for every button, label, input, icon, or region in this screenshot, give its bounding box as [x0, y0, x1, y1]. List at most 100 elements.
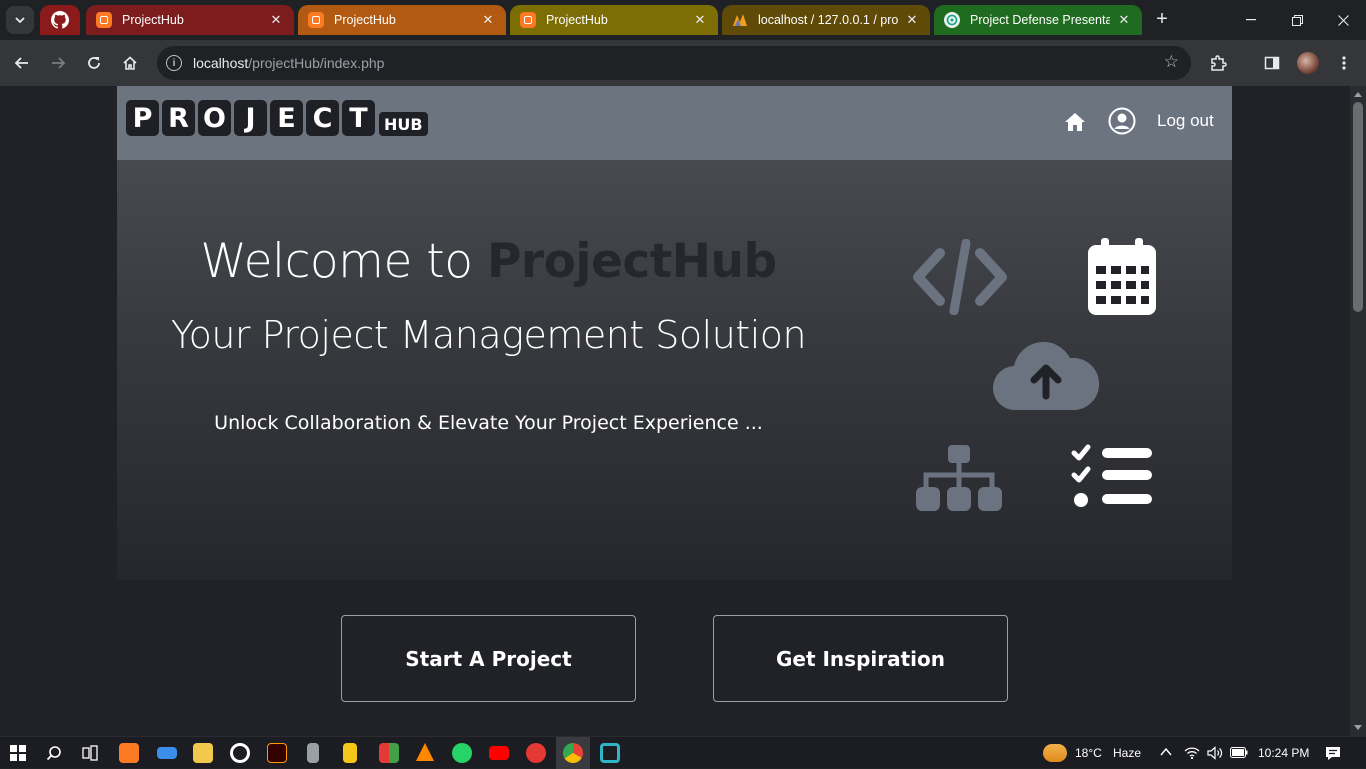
user-circle-icon [1108, 107, 1136, 135]
chevron-down-icon [15, 17, 25, 23]
scroll-thumb[interactable] [1353, 102, 1363, 312]
wifi-icon[interactable] [1184, 746, 1200, 760]
weather-description[interactable]: Haze [1113, 746, 1141, 760]
chatgpt-icon [944, 12, 960, 28]
xampp-icon [308, 12, 324, 28]
hero-subtitle: Your Project Management Solution [170, 313, 807, 357]
close-icon[interactable]: ✕ [480, 12, 496, 28]
close-icon[interactable]: ✕ [904, 12, 920, 28]
tab-search-button[interactable] [6, 6, 34, 34]
url-host: localhost [193, 55, 249, 71]
search-icon[interactable] [46, 745, 62, 761]
puzzle-icon [1211, 55, 1227, 71]
browser-menu-button[interactable] [1330, 49, 1358, 77]
xampp-icon [520, 12, 536, 28]
whatsapp-icon[interactable] [452, 743, 472, 763]
projecthub-logo[interactable]: P R O J E C T HUB [126, 100, 428, 136]
home-button[interactable] [116, 49, 144, 77]
tab-projecthub-1[interactable]: ProjectHub ✕ [86, 5, 294, 35]
scroll-up-arrow[interactable] [1354, 92, 1362, 97]
logo-hub: HUB [379, 112, 428, 136]
new-tab-button[interactable]: + [1150, 8, 1174, 32]
bookmark-star-icon[interactable]: ☆ [1164, 52, 1179, 72]
vscode-icon[interactable] [600, 743, 620, 763]
youtube-icon[interactable] [489, 746, 509, 760]
start-project-button[interactable]: Start A Project [341, 615, 636, 702]
get-inspiration-button[interactable]: Get Inspiration [713, 615, 1008, 702]
calendar-icon [1088, 238, 1156, 315]
hero-title: Welcome to ProjectHub [117, 234, 860, 289]
tab-title: ProjectHub [546, 13, 608, 27]
site-info-icon[interactable]: i [166, 55, 182, 71]
tab-title: ProjectHub [334, 13, 396, 27]
speaker-icon[interactable] [1207, 746, 1223, 760]
back-button[interactable] [8, 49, 36, 77]
illustrator-icon[interactable] [267, 743, 287, 763]
clock-time[interactable]: 10:24 PM [1258, 746, 1309, 760]
close-icon[interactable]: ✕ [1116, 12, 1132, 28]
logo-letter: P [126, 100, 159, 136]
tab-projecthub-3[interactable]: ProjectHub ✕ [510, 5, 718, 35]
page-viewport: P R O J E C T HUB Log out Welcome to Pro… [0, 86, 1350, 736]
weather-haze-icon[interactable] [1043, 744, 1067, 762]
cloud-upload-icon [992, 341, 1100, 411]
logout-link[interactable]: Log out [1157, 111, 1214, 131]
restore-button[interactable] [1274, 0, 1320, 40]
code-icon [913, 239, 1007, 315]
vlc-icon[interactable] [416, 743, 434, 761]
tab-chatgpt[interactable]: Project Defense Presentatio ✕ [934, 5, 1142, 35]
extensions-button[interactable] [1204, 49, 1232, 77]
pinned-tab-github[interactable] [40, 5, 80, 35]
home-icon [1065, 113, 1085, 131]
chrome-taskbar-icon[interactable] [563, 743, 583, 763]
windows-taskbar: 18°C Haze 10:24 PM [0, 736, 1366, 769]
tab-phpmyadmin[interactable]: localhost / 127.0.0.1 / proj ✕ [722, 5, 930, 35]
arrow-right-icon [52, 57, 66, 69]
logo-letter: C [306, 100, 339, 136]
usb-drive-icon[interactable] [307, 743, 319, 763]
notification-icon[interactable] [1325, 746, 1341, 761]
address-bar[interactable]: i localhost/projectHub/index.php ☆ [157, 46, 1191, 80]
close-window-button[interactable] [1320, 0, 1366, 40]
browser-toolbar: i localhost/projectHub/index.php ☆ [0, 40, 1366, 86]
nav-profile-link[interactable] [1108, 107, 1136, 135]
sitemap-icon [916, 445, 1002, 511]
chevron-up-icon[interactable] [1160, 747, 1172, 757]
task-list-icon [1071, 444, 1152, 507]
github-icon [51, 11, 69, 29]
more-vertical-icon [1342, 56, 1346, 70]
forward-button[interactable] [44, 49, 72, 77]
tab-title: Project Defense Presentatio [970, 13, 1110, 27]
close-icon [1337, 14, 1349, 26]
restore-icon [1291, 14, 1303, 26]
notes-icon[interactable] [343, 743, 357, 763]
keyboard-taskbar-icon[interactable] [157, 747, 177, 759]
weather-temperature[interactable]: 18°C [1075, 746, 1102, 760]
screen-recorder-icon[interactable] [230, 743, 250, 763]
tab-title: ProjectHub [122, 13, 184, 27]
task-view-icon[interactable] [82, 745, 98, 761]
phpmyadmin-icon [732, 12, 748, 28]
page-scrollbar[interactable] [1350, 86, 1366, 736]
close-icon[interactable]: ✕ [268, 12, 284, 28]
xampp-taskbar-icon[interactable] [119, 743, 139, 763]
reload-button[interactable] [80, 49, 108, 77]
reload-icon [88, 57, 100, 69]
side-panel-button[interactable] [1258, 49, 1286, 77]
nav-home-link[interactable] [1063, 110, 1087, 134]
file-explorer-icon[interactable] [193, 743, 213, 763]
winrar-icon[interactable] [379, 743, 399, 763]
battery-icon[interactable] [1230, 747, 1248, 758]
logo-letter: T [342, 100, 375, 136]
side-panel-icon [1264, 56, 1280, 70]
profile-avatar[interactable] [1297, 52, 1319, 74]
tab-projecthub-2[interactable]: ProjectHub ✕ [298, 5, 506, 35]
minimize-button[interactable] [1228, 0, 1274, 40]
scroll-down-arrow[interactable] [1354, 725, 1362, 730]
windows-start-icon[interactable] [10, 745, 26, 761]
close-icon[interactable]: ✕ [692, 12, 708, 28]
home-icon [123, 56, 137, 70]
url-path: /projectHub/index.php [248, 55, 385, 71]
wps-office-icon[interactable] [526, 743, 546, 763]
tab-strip: ProjectHub ✕ ProjectHub ✕ ProjectHub ✕ l… [0, 0, 1366, 40]
